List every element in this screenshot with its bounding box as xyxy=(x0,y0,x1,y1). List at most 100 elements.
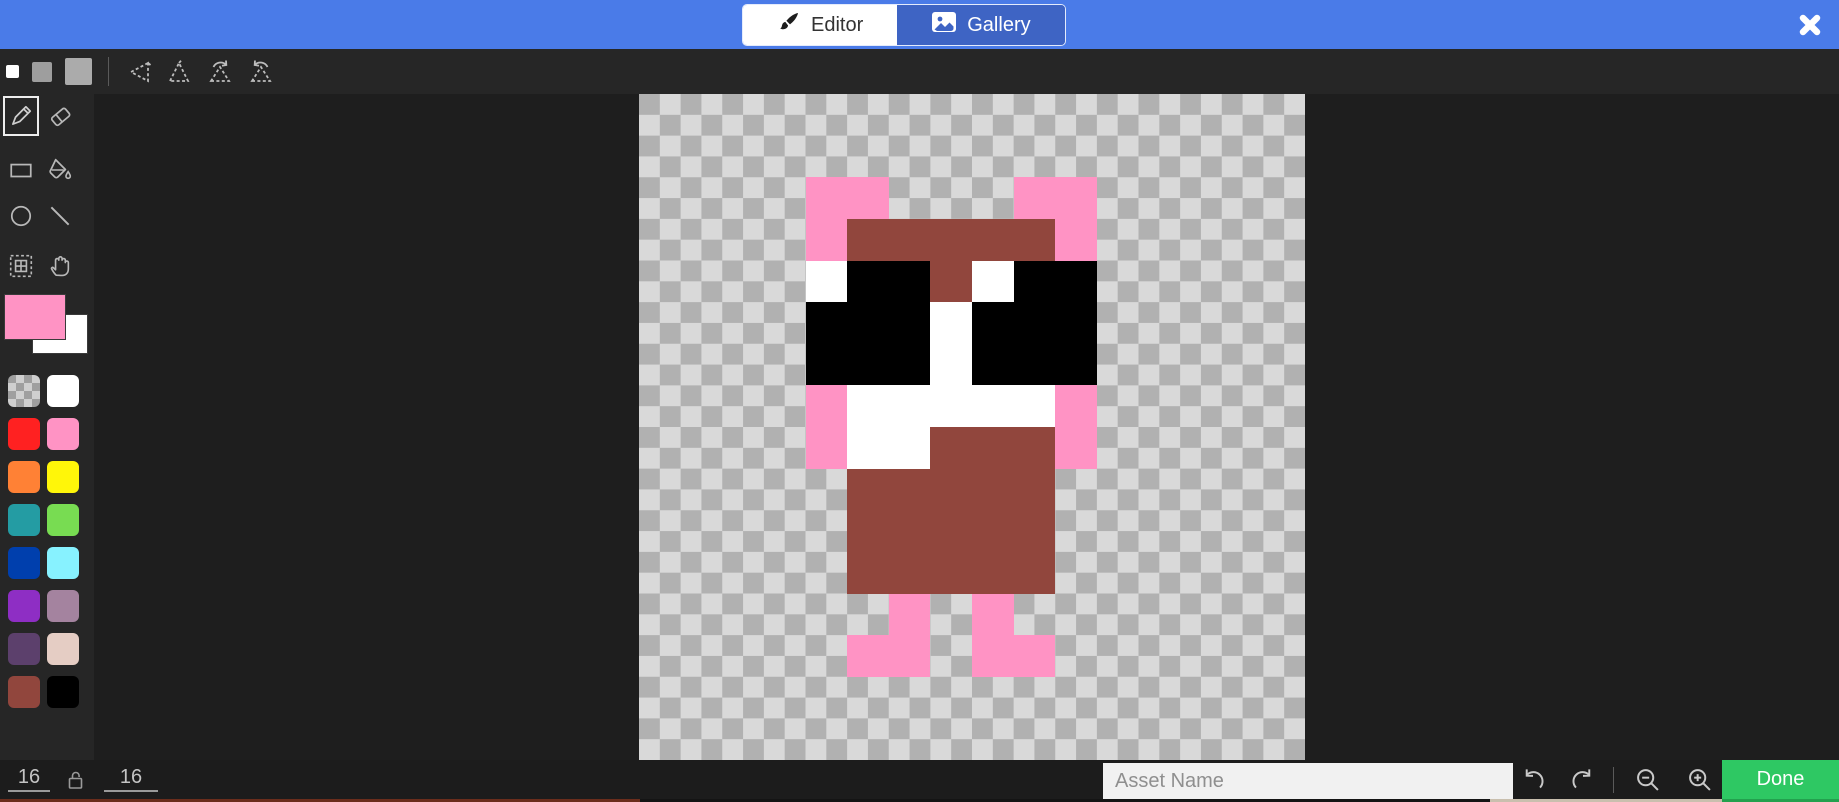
sprite-pixel[interactable] xyxy=(1097,177,1139,219)
sprite-pixel[interactable] xyxy=(1097,344,1139,386)
sprite-pixel[interactable] xyxy=(972,510,1014,552)
sprite-pixel[interactable] xyxy=(1222,302,1264,344)
sprite-pixel[interactable] xyxy=(972,302,1014,344)
sprite-pixel[interactable] xyxy=(681,94,723,136)
sprite-pixel[interactable] xyxy=(722,594,764,636)
sprite-pixel[interactable] xyxy=(806,469,848,511)
palette-swatch-0[interactable] xyxy=(8,375,40,407)
sprite-pixel[interactable] xyxy=(722,136,764,178)
sprite-pixel[interactable] xyxy=(1139,427,1181,469)
sprite-pixel[interactable] xyxy=(1180,219,1222,261)
sprite-pixel[interactable] xyxy=(1263,261,1305,303)
sprite-pixel[interactable] xyxy=(847,677,889,719)
sprite-pixel[interactable] xyxy=(1263,94,1305,136)
sprite-pixel[interactable] xyxy=(639,427,681,469)
sprite-pixel[interactable] xyxy=(681,718,723,760)
sprite-pixel[interactable] xyxy=(1139,594,1181,636)
sprite-pixel[interactable] xyxy=(930,136,972,178)
sprite-pixel[interactable] xyxy=(764,635,806,677)
palette-swatch-4[interactable] xyxy=(8,461,40,493)
sprite-pixel[interactable] xyxy=(1097,469,1139,511)
cursor-size-medium[interactable] xyxy=(32,61,52,82)
sprite-pixel[interactable] xyxy=(930,677,972,719)
sprite-pixel[interactable] xyxy=(1097,94,1139,136)
asset-name-input[interactable] xyxy=(1103,763,1513,799)
sprite-pixel[interactable] xyxy=(888,551,931,594)
sprite-pixel[interactable] xyxy=(1013,218,1056,261)
palette-swatch-9[interactable] xyxy=(47,547,79,579)
sprite-pixel[interactable] xyxy=(1180,718,1222,760)
sprite-pixel[interactable] xyxy=(764,261,806,303)
palette-swatch-13[interactable] xyxy=(47,633,79,665)
sprite-pixel[interactable] xyxy=(764,219,806,261)
sprite-pixel[interactable] xyxy=(806,136,848,178)
sprite-pixel[interactable] xyxy=(722,94,764,136)
sprite-pixel[interactable] xyxy=(1055,677,1097,719)
sprite-pixel[interactable] xyxy=(764,469,806,511)
sprite-pixel[interactable] xyxy=(1097,427,1139,469)
sprite-pixel[interactable] xyxy=(1097,552,1139,594)
sprite-pixel[interactable] xyxy=(681,594,723,636)
sprite-pixel[interactable] xyxy=(1139,177,1181,219)
sprite-pixel[interactable] xyxy=(930,427,972,469)
sprite-pixel[interactable] xyxy=(681,385,723,427)
sprite-pixel[interactable] xyxy=(930,302,972,344)
sprite-pixel[interactable] xyxy=(1263,344,1305,386)
palette-swatch-15[interactable] xyxy=(47,676,79,708)
sprite-pixel[interactable] xyxy=(1180,136,1222,178)
sprite-pixel[interactable] xyxy=(805,343,848,386)
sprite-pixel[interactable] xyxy=(1180,594,1222,636)
sprite-pixel[interactable] xyxy=(639,594,681,636)
sprite-pixel[interactable] xyxy=(681,677,723,719)
sprite-pixel[interactable] xyxy=(1263,427,1305,469)
sprite-pixel[interactable] xyxy=(1013,260,1056,303)
sprite-pixel[interactable] xyxy=(1055,260,1097,303)
flip-vertical-icon[interactable] xyxy=(163,56,195,88)
zoom-in-icon[interactable] xyxy=(1683,764,1717,796)
sprite-pixel[interactable] xyxy=(639,177,681,219)
sprite-pixel[interactable] xyxy=(1055,427,1097,469)
sprite-pixel[interactable] xyxy=(847,94,889,136)
sprite-pixel[interactable] xyxy=(1180,469,1222,511)
sprite-pixel[interactable] xyxy=(722,552,764,594)
sprite-pixel[interactable] xyxy=(639,302,681,344)
sprite-pixel[interactable] xyxy=(1139,302,1181,344)
sprite-pixel[interactable] xyxy=(888,260,931,303)
sprite-pixel[interactable] xyxy=(1139,344,1181,386)
tool-fill[interactable] xyxy=(42,150,78,190)
sprite-pixel[interactable] xyxy=(1222,718,1264,760)
sprite-pixel[interactable] xyxy=(1013,302,1056,344)
sprite-pixel[interactable] xyxy=(639,261,681,303)
rotate-clockwise-icon[interactable] xyxy=(204,56,236,88)
sprite-pixel[interactable] xyxy=(889,136,931,178)
sprite-pixel[interactable] xyxy=(764,385,806,427)
flip-horizontal-icon[interactable] xyxy=(122,56,154,88)
sprite-pixel[interactable] xyxy=(1180,261,1222,303)
palette-swatch-3[interactable] xyxy=(47,418,79,450)
sprite-pixel[interactable] xyxy=(1139,635,1181,677)
sprite-pixel[interactable] xyxy=(1055,552,1097,594)
sprite-pixel[interactable] xyxy=(1055,594,1097,636)
sprite-pixel[interactable] xyxy=(930,635,972,677)
sprite-pixel[interactable] xyxy=(805,177,848,219)
sprite-pixel[interactable] xyxy=(1222,94,1264,136)
sprite-pixel[interactable] xyxy=(639,469,681,511)
sprite-pixel[interactable] xyxy=(764,594,806,636)
sprite-pixel[interactable] xyxy=(1055,635,1097,677)
sprite-pixel[interactable] xyxy=(805,427,848,469)
sprite-pixel[interactable] xyxy=(847,510,889,552)
sprite-pixel[interactable] xyxy=(681,635,723,677)
sprite-pixel[interactable] xyxy=(805,260,848,303)
sprite-pixel[interactable] xyxy=(639,552,681,594)
sprite-pixel[interactable] xyxy=(1097,594,1139,636)
sprite-pixel[interactable] xyxy=(930,468,972,511)
sprite-pixel[interactable] xyxy=(1055,385,1097,427)
sprite-pixel[interactable] xyxy=(1263,136,1305,178)
sprite-pixel[interactable] xyxy=(1139,385,1181,427)
sprite-pixel[interactable] xyxy=(1222,635,1264,677)
cursor-size-small[interactable] xyxy=(6,65,19,78)
sprite-pixel[interactable] xyxy=(888,427,931,469)
palette-swatch-7[interactable] xyxy=(47,504,79,536)
sprite-pixel[interactable] xyxy=(930,218,972,261)
sprite-pixel[interactable] xyxy=(972,635,1014,677)
